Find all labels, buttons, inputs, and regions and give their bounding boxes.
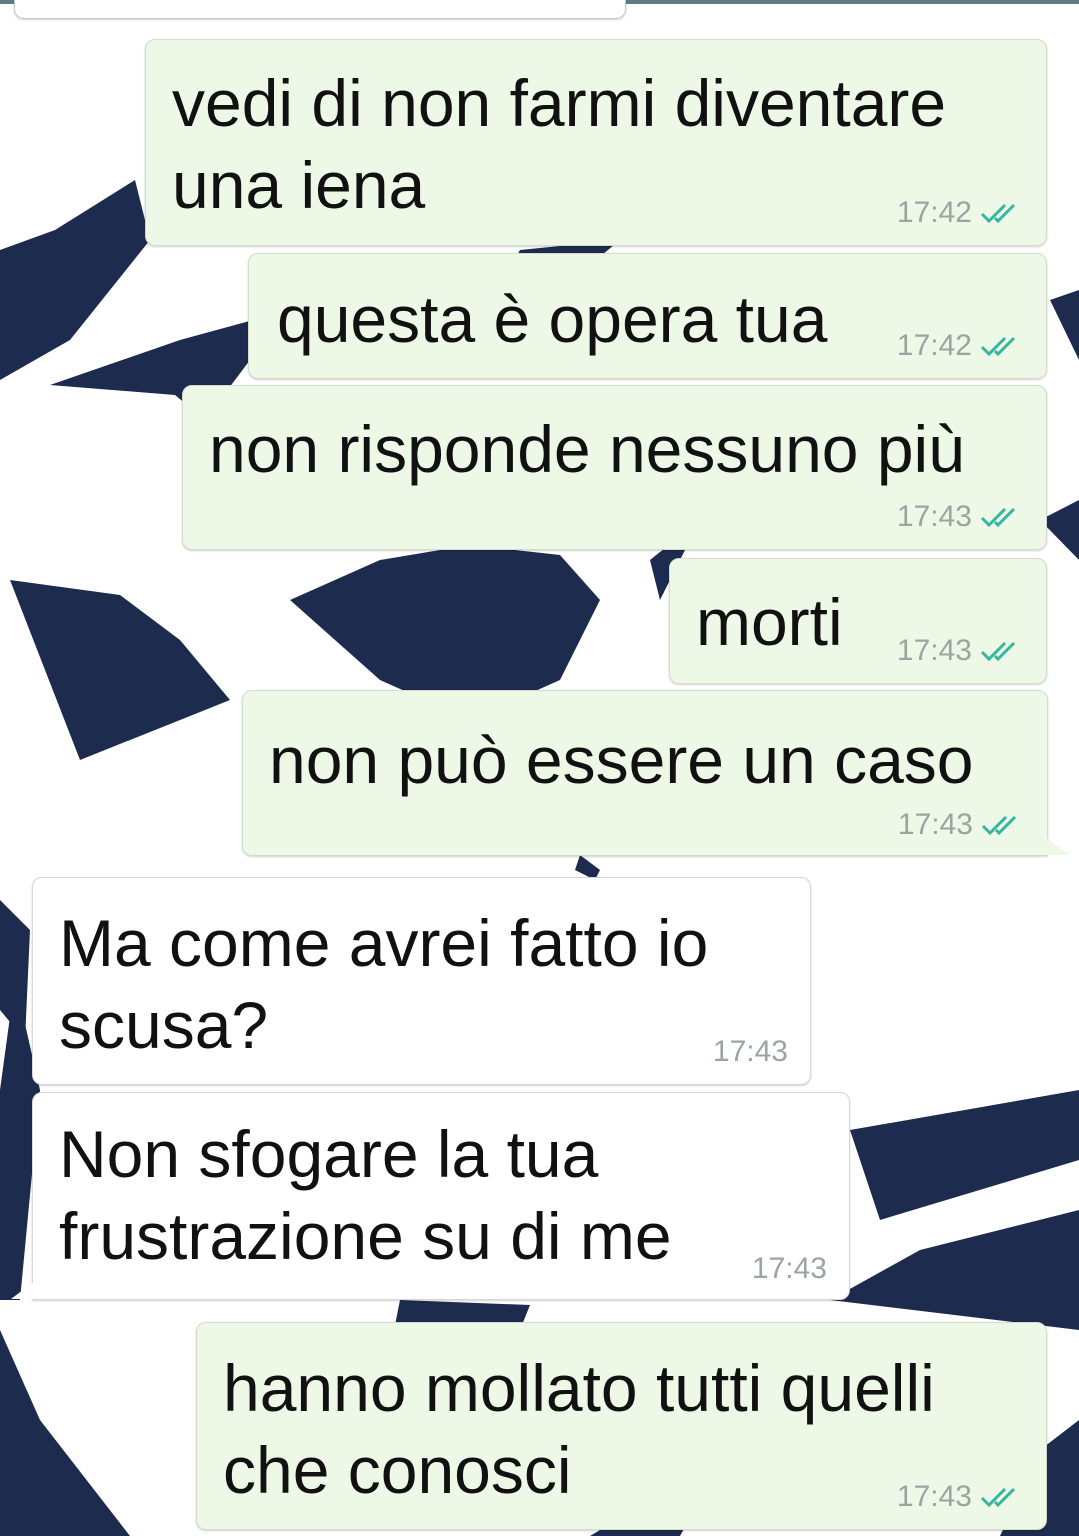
message-time: 17:43 [896,634,972,667]
message-line: che conosci [223,1433,572,1507]
double-check-icon [980,641,1016,662]
message-bubble-incoming[interactable]: Ma come avrei fatto io scusa? 17:43 [32,877,811,1085]
previous-message-bubble[interactable] [14,0,626,19]
double-check-icon [981,815,1017,836]
message-meta: 17:43 [752,1251,827,1287]
bubble-tail [11,1281,35,1299]
message-line: non può essere un caso [269,723,974,797]
message-time: 17:42 [896,196,972,229]
bubble-tail [1045,837,1069,855]
message-meta: 17:43 [713,1034,788,1070]
message-line: vedi di non farmi diventare [172,66,947,140]
message-bubble-incoming[interactable]: Non sfogare la tua frustrazione su di me… [11,1092,850,1300]
message-text: non risponde nessuno più [209,408,965,490]
message-time: 17:43 [896,1480,972,1513]
message-time: 17:43 [896,500,972,533]
message-time: 17:43 [751,1252,827,1285]
message-meta: 17:42 [897,328,1024,364]
message-meta: 17:42 [897,195,1024,231]
message-meta: 17:43 [897,1479,1024,1515]
message-bubble-outgoing[interactable]: non risponde nessuno più 17:43 [182,385,1047,550]
message-line: morti [696,585,843,659]
double-check-icon [980,507,1016,528]
message-text: hanno mollato tutti quelli che conosci [223,1347,935,1511]
message-time: 17:43 [897,808,973,841]
double-check-icon [980,203,1016,224]
message-text: questa è opera tua [277,278,827,360]
message-bubble-outgoing[interactable]: questa è opera tua 17:42 [248,253,1047,379]
message-meta: 17:43 [897,633,1024,669]
message-bubble-outgoing[interactable]: non può essere un caso 17:43 [242,690,1069,856]
message-line: scusa? [59,988,269,1062]
message-bubble-outgoing[interactable]: hanno mollato tutti quelli che conosci 1… [196,1322,1047,1530]
message-line: non risponde nessuno più [209,412,965,486]
double-check-icon [980,336,1016,357]
message-text: vedi di non farmi diventare una iena [172,62,946,226]
message-line: questa è opera tua [277,282,828,356]
message-meta: 17:43 [898,807,1025,843]
message-line: frustrazione su di me [59,1199,672,1273]
message-line: una iena [172,148,426,222]
double-check-icon [980,1487,1016,1508]
message-bubble-outgoing[interactable]: vedi di non farmi diventare una iena 17:… [145,39,1047,246]
message-text: Non sfogare la tua frustrazione su di me [59,1113,672,1277]
message-text: Ma come avrei fatto io scusa? [59,902,708,1066]
message-line: Ma come avrei fatto io [59,906,709,980]
message-meta: 17:43 [897,499,1024,535]
message-text: non può essere un caso [269,719,974,801]
message-line: hanno mollato tutti quelli [223,1351,935,1425]
message-line: Non sfogare la tua [59,1117,599,1191]
message-time: 17:43 [712,1035,788,1068]
message-text: morti [696,581,843,663]
message-bubble-outgoing[interactable]: morti 17:43 [669,558,1047,684]
message-time: 17:42 [896,329,972,362]
